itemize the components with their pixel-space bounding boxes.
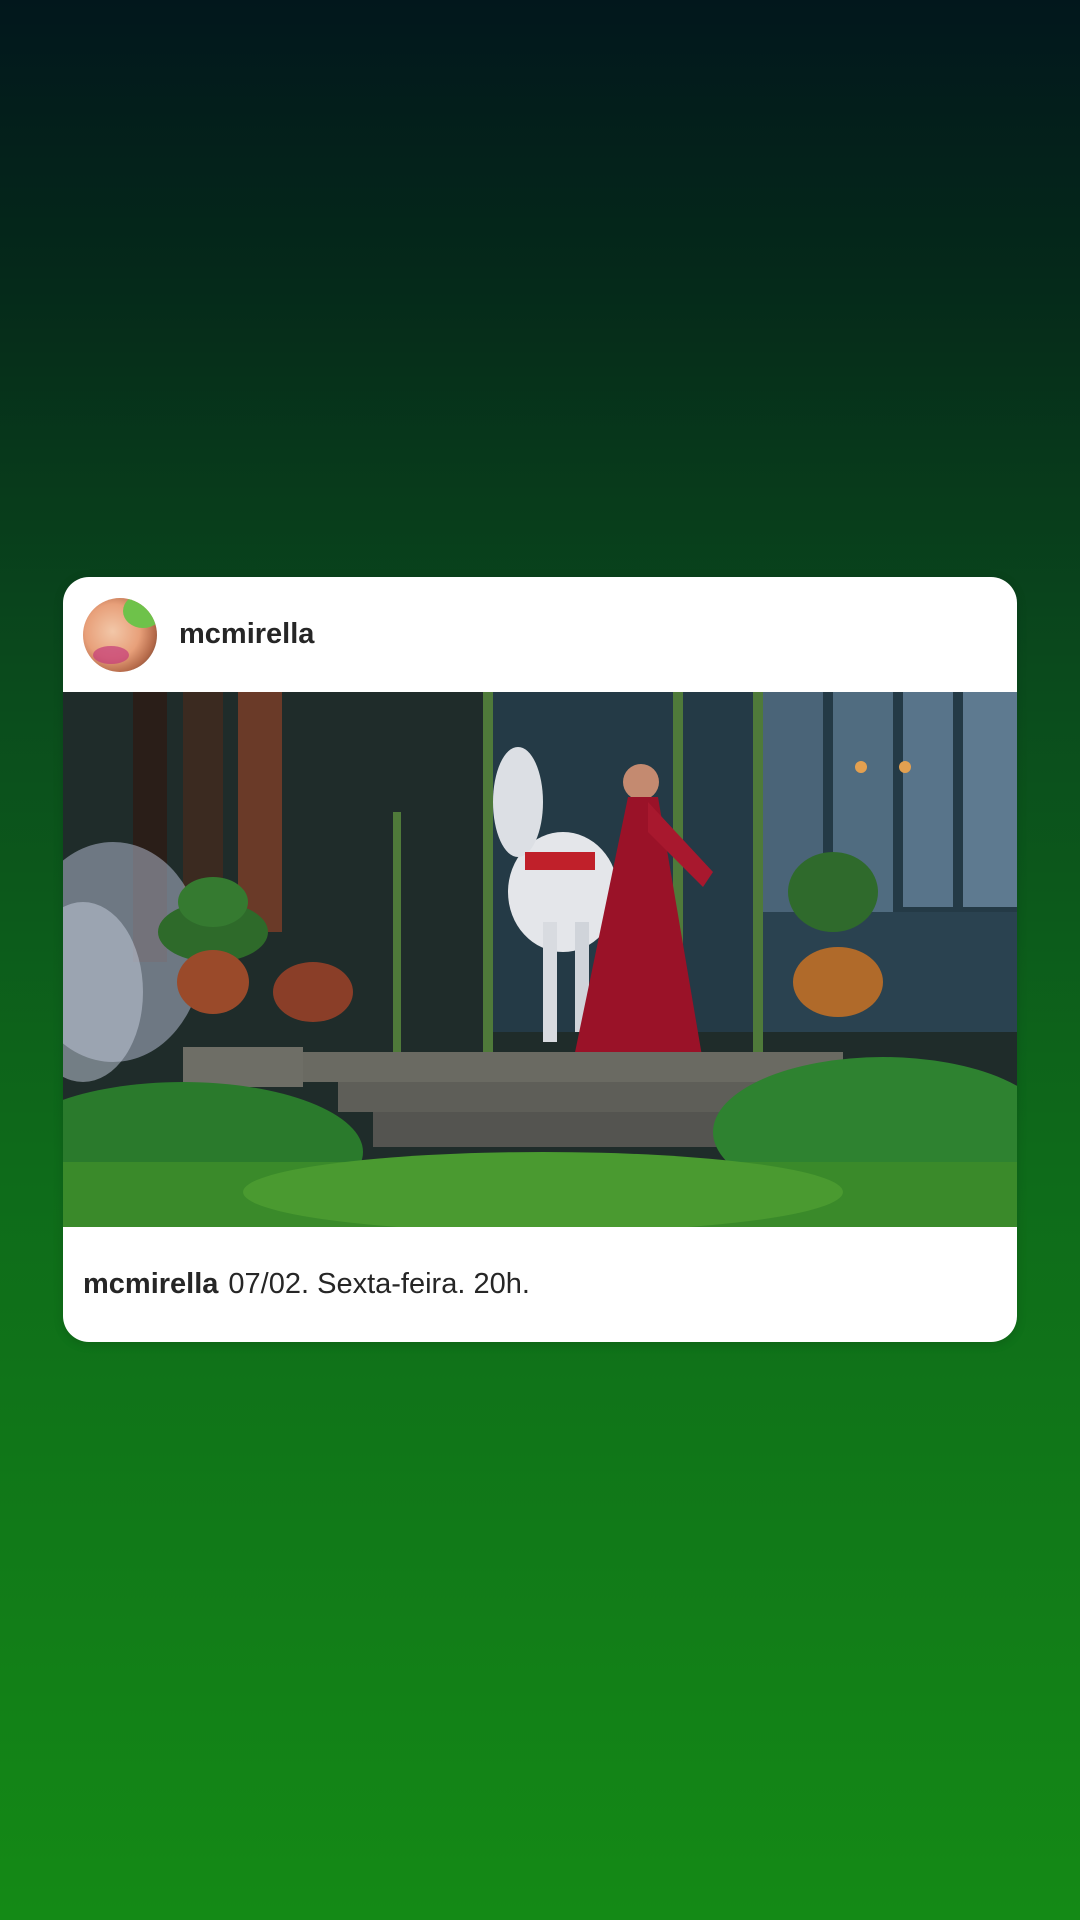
caption-text: 07/02. Sexta-feira. 20h. (228, 1268, 530, 1300)
post-photo[interactable] (63, 692, 1017, 1227)
shared-post-card[interactable]: mcmirella mcmirella 07/02. Sexta-feira. … (63, 577, 1017, 1342)
avatar[interactable] (83, 597, 157, 672)
post-username[interactable]: mcmirella (179, 618, 314, 651)
caption-username[interactable]: mcmirella (83, 1268, 218, 1301)
photo-illustration (63, 692, 1017, 1227)
post-caption: mcmirella 07/02. Sexta-feira. 20h. (63, 1227, 1017, 1342)
post-header: mcmirella (63, 577, 1017, 692)
